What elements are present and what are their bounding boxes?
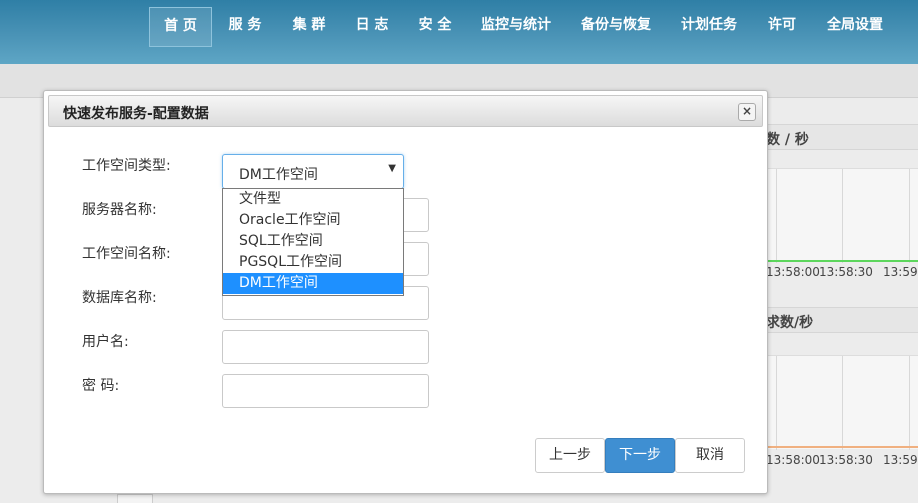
- nav-monitoring[interactable]: 监控与统计: [474, 7, 558, 47]
- nav-security[interactable]: 安 全: [409, 7, 461, 47]
- chart-series-line-1: [766, 260, 918, 262]
- server-name-label: 服务器名称:: [82, 202, 157, 218]
- dialog-title: 快速发布服务-配置数据: [63, 106, 209, 122]
- nav-services[interactable]: 服 务: [219, 7, 271, 47]
- chart2-tick-2: 13:58:30: [819, 453, 873, 467]
- chart2-tick-3: 13:59:: [883, 453, 918, 467]
- cancel-button[interactable]: 取消: [675, 438, 745, 473]
- nav-backup[interactable]: 备份与恢复: [574, 7, 658, 47]
- prev-step-button[interactable]: 上一步: [535, 438, 605, 473]
- password-input[interactable]: [222, 374, 429, 408]
- chart1-tick-2: 13:58:30: [819, 265, 873, 279]
- top-nav: 首 页 服 务 集 群 日 志 安 全 监控与统计 备份与恢复 计划任务 许可 …: [0, 0, 918, 64]
- chart-area-2: [766, 355, 918, 450]
- nav-scheduled-tasks[interactable]: 计划任务: [674, 7, 744, 47]
- password-label: 密 码:: [82, 378, 120, 394]
- username-label: 用户名:: [82, 334, 129, 350]
- nav-logs[interactable]: 日 志: [346, 7, 398, 47]
- nav-license[interactable]: 许可: [760, 7, 804, 47]
- dropdown-option-sql[interactable]: SQL工作空间: [223, 231, 403, 252]
- chart-panel-title-2: 求数/秒: [766, 315, 814, 331]
- nav-home[interactable]: 首 页: [149, 7, 212, 47]
- nav-global-settings[interactable]: 全局设置: [820, 7, 890, 47]
- quick-publish-dialog: 快速发布服务-配置数据 × 工作空间类型: 服务器名称: 工作空间名称: 数据库…: [43, 90, 768, 494]
- username-input[interactable]: [222, 330, 429, 364]
- chart1-tick-3: 13:59:: [883, 265, 918, 279]
- chart1-tick-1: 13:58:00: [766, 265, 820, 279]
- chevron-down-icon: ▼: [388, 163, 396, 174]
- bottom-tab-stub: [117, 494, 153, 503]
- workspace-type-dropdown: 文件型 Oracle工作空间 SQL工作空间 PGSQL工作空间 DM工作空间: [222, 188, 404, 296]
- dropdown-option-oracle[interactable]: Oracle工作空间: [223, 210, 403, 231]
- next-step-button[interactable]: 下一步: [605, 438, 675, 473]
- chart-panel-title-1: 数 / 秒: [766, 132, 809, 148]
- workspace-type-value: DM工作空间: [239, 167, 318, 183]
- dropdown-option-dm[interactable]: DM工作空间: [223, 273, 403, 294]
- workspace-type-label: 工作空间类型:: [82, 158, 171, 174]
- chart2-tick-1: 13:58:00: [766, 453, 820, 467]
- workspace-name-label: 工作空间名称:: [82, 246, 171, 262]
- chart-series-line-2: [766, 446, 918, 448]
- dialog-header: 快速发布服务-配置数据 ×: [48, 95, 763, 127]
- workspace-type-select[interactable]: DM工作空间 ▼: [222, 154, 404, 189]
- chart-area-1: [766, 168, 918, 263]
- close-icon[interactable]: ×: [738, 103, 756, 121]
- nav-cluster[interactable]: 集 群: [283, 7, 335, 47]
- dropdown-option-pgsql[interactable]: PGSQL工作空间: [223, 252, 403, 273]
- database-name-label: 数据库名称:: [82, 290, 157, 306]
- dropdown-option-file[interactable]: 文件型: [223, 189, 403, 210]
